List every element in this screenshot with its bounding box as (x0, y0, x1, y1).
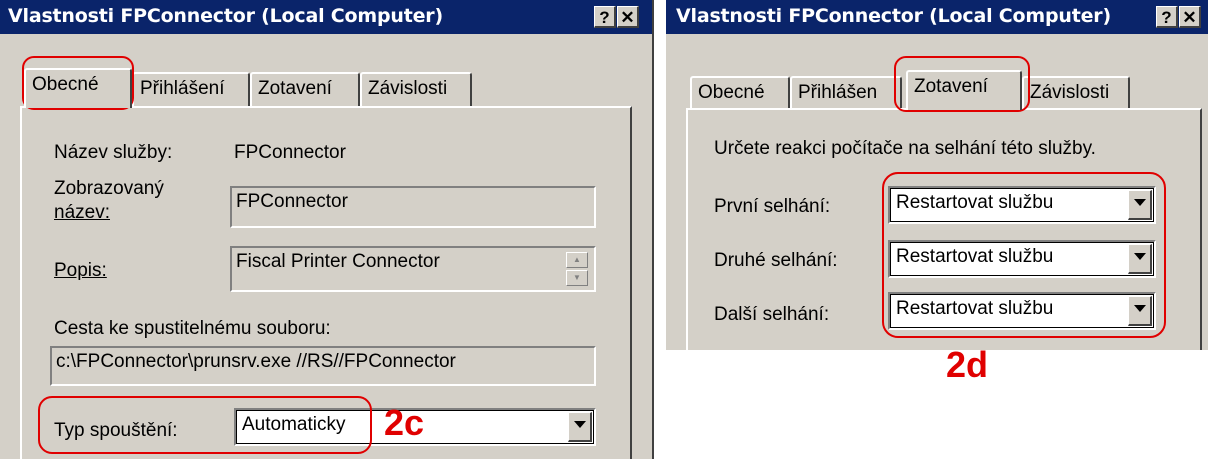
failure-instruction: Určete reakci počítače na selhání této s… (714, 138, 1096, 159)
tab-obecne[interactable]: Obecné (24, 68, 132, 108)
description-field[interactable]: Fiscal Printer Connector (230, 246, 596, 292)
spin-up-icon[interactable]: ▲ (566, 252, 588, 268)
path-field: c:\FPConnector\prunsrv.exe //RS//FPConne… (50, 346, 596, 386)
dropdown-arrow-icon[interactable] (568, 412, 592, 442)
tab-obecne[interactable]: Obecné (690, 76, 790, 110)
annotation-2c: 2c (384, 402, 425, 443)
tab-zotaveni[interactable]: Zotavení (906, 70, 1022, 110)
right-titlebar[interactable]: Vlastnosti FPConnector (Local Computer) … (666, 0, 1208, 34)
tab-prihlaseni-label: Přihlášení (140, 78, 225, 99)
left-titlebar[interactable]: Vlastnosti FPConnector (Local Computer) … (0, 0, 652, 34)
tab-prihlaseni-label: Přihlášen (798, 82, 878, 103)
tab-zavislosti[interactable]: Závislosti (1022, 76, 1130, 110)
tab-zavislosti-label: Závislosti (1030, 82, 1110, 103)
help-icon[interactable]: ? (1156, 6, 1178, 28)
tab-obecne-label: Obecné (32, 74, 99, 95)
first-failure-label: První selhání: (714, 196, 831, 217)
right-dialog: Vlastnosti FPConnector (Local Computer) … (666, 0, 1208, 350)
left-dialog-title: Vlastnosti FPConnector (Local Computer) (8, 5, 443, 27)
tab-zotaveni-label: Zotavení (914, 76, 988, 97)
service-name-label: Název služby: (54, 142, 173, 163)
subsequent-failure-label: Další selhání: (714, 304, 830, 325)
close-icon[interactable]: ✕ (1179, 6, 1201, 28)
annotation-2d: 2d (946, 344, 989, 385)
display-name-label-line1: Zobrazovaný (54, 178, 164, 199)
tab-prihlaseni[interactable]: Přihlášení (132, 72, 250, 106)
display-name-field[interactable]: FPConnector (230, 186, 596, 228)
tab-zotaveni[interactable]: Zotavení (250, 72, 360, 106)
divider (652, 0, 664, 459)
close-icon[interactable]: ✕ (617, 6, 639, 28)
right-dialog-title: Vlastnosti FPConnector (Local Computer) (676, 5, 1111, 27)
tab-zotaveni-label: Zotavení (258, 78, 332, 99)
help-icon[interactable]: ? (594, 6, 616, 28)
path-label: Cesta ke spustitelnému souboru: (54, 318, 331, 339)
tab-prihlaseni[interactable]: Přihlášen (790, 76, 902, 110)
service-name-value: FPConnector (234, 142, 346, 163)
spin-down-icon[interactable]: ▼ (566, 270, 588, 286)
description-label: Popis: (54, 260, 107, 281)
tab-zavislosti-label: Závislosti (368, 78, 448, 99)
annotation-circle-startup (38, 396, 372, 454)
tab-zavislosti[interactable]: Závislosti (360, 72, 472, 106)
annotation-circle-failures (882, 172, 1166, 338)
second-failure-label: Druhé selhání: (714, 250, 838, 271)
left-dialog: Vlastnosti FPConnector (Local Computer) … (0, 0, 652, 459)
tab-obecne-label: Obecné (698, 82, 765, 103)
display-name-label-line2: název: (54, 202, 110, 223)
